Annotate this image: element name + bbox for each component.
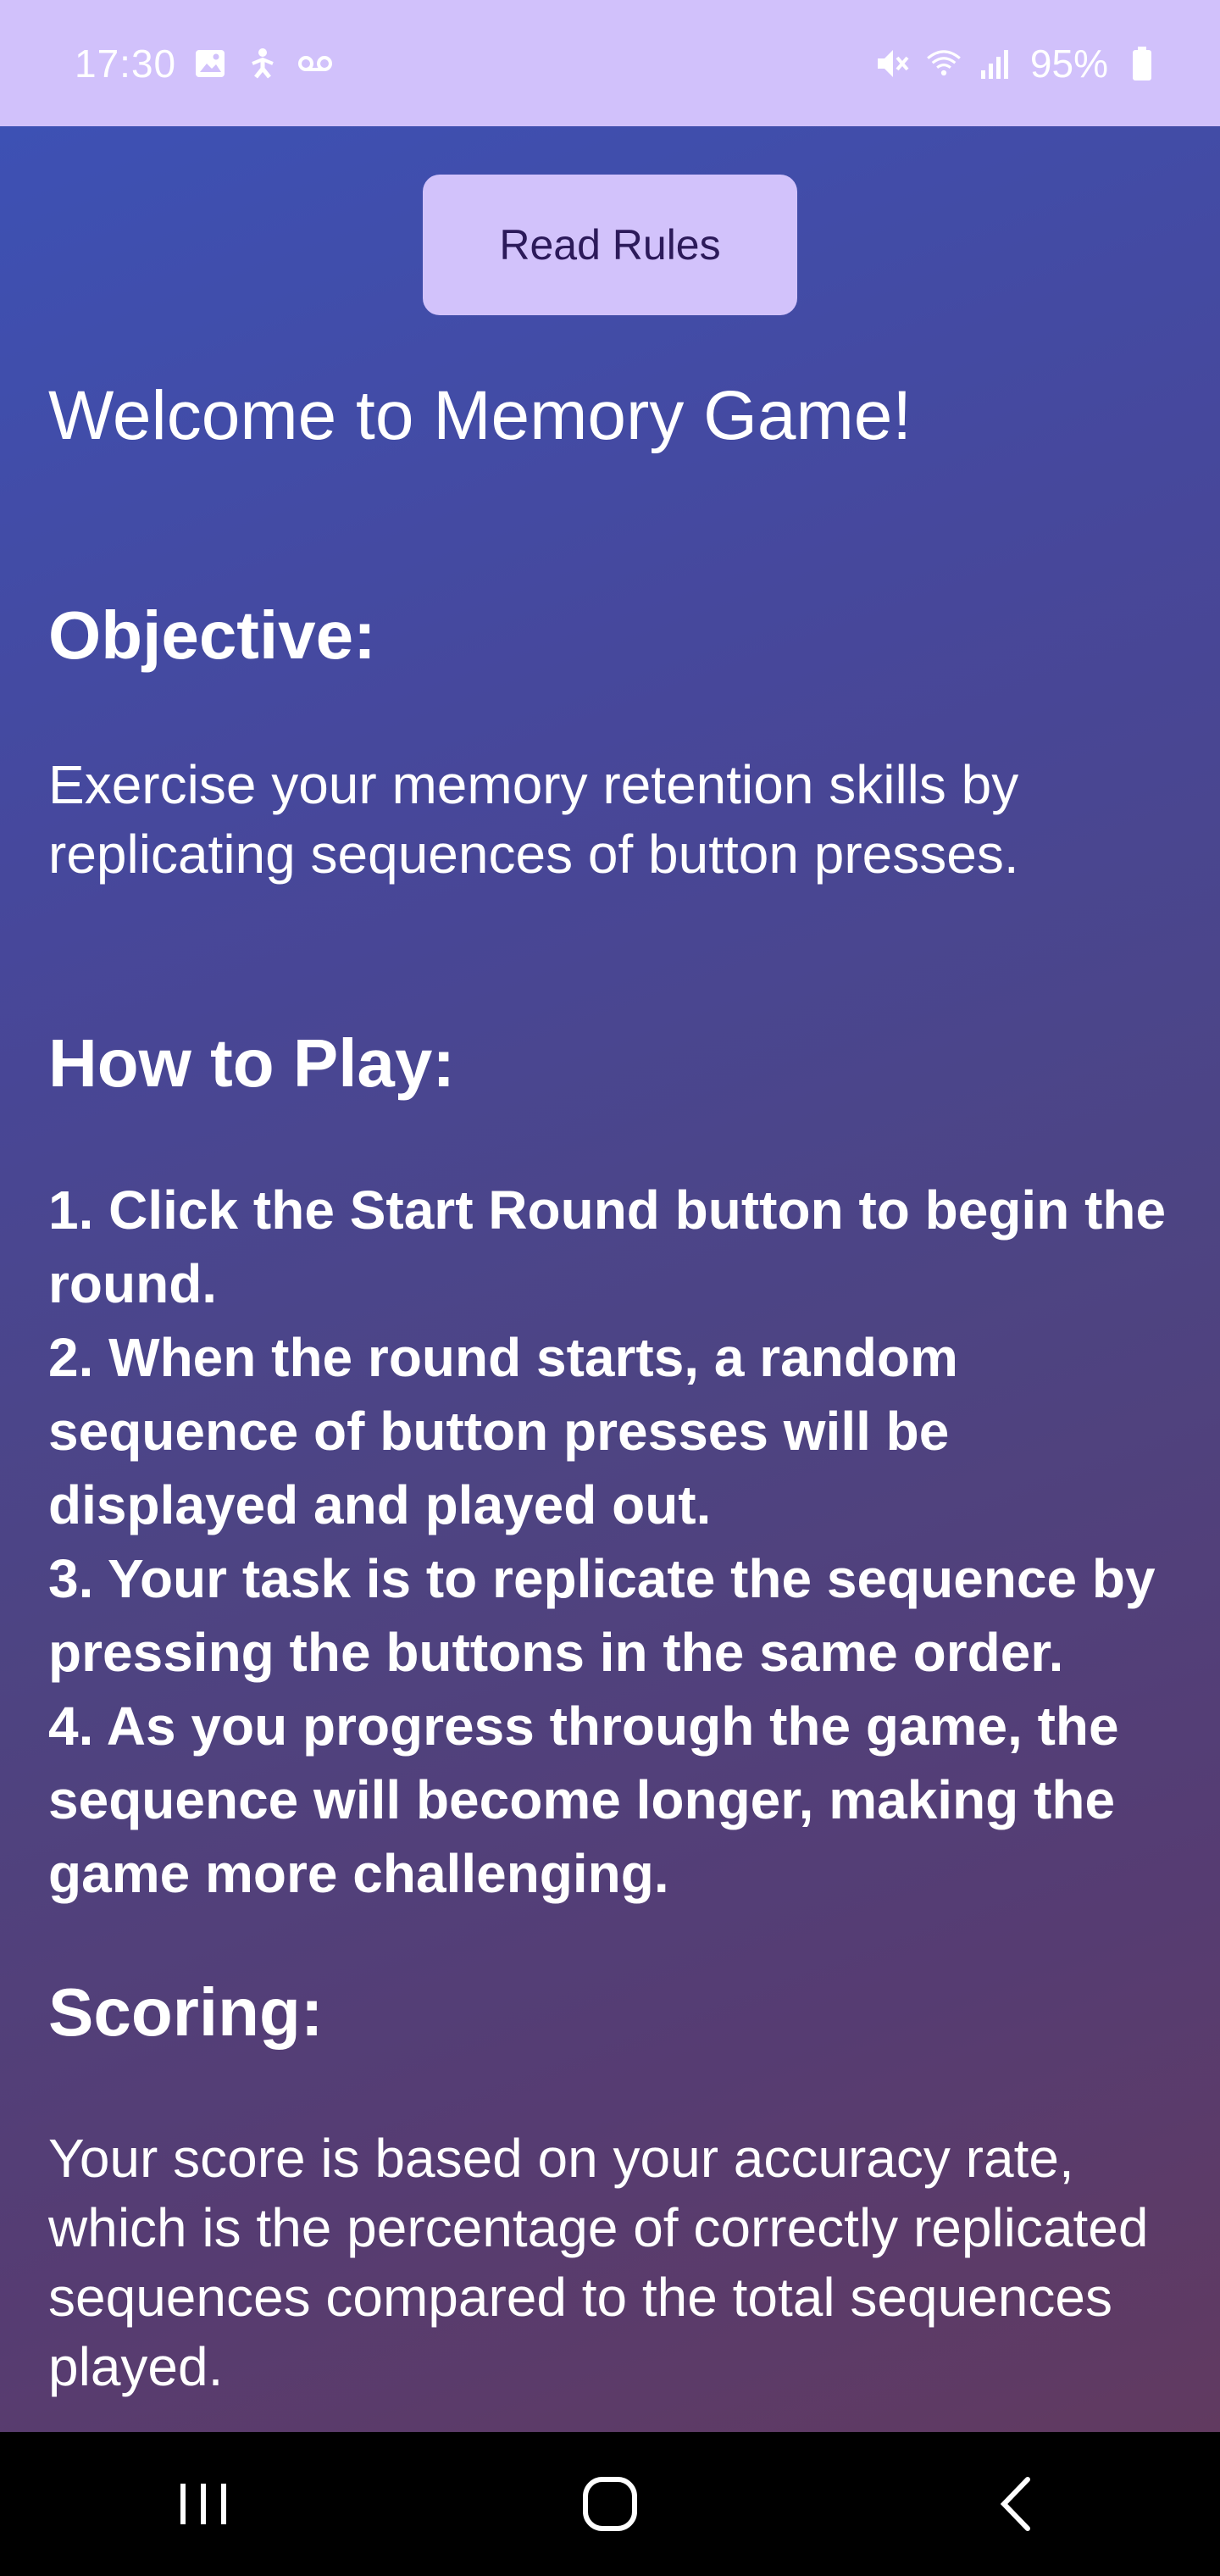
mute-icon xyxy=(873,45,910,82)
page-title: Welcome to Memory Game! xyxy=(48,377,912,454)
status-bar: 17:30 95% xyxy=(0,0,1220,126)
status-bar-left: 17:30 xyxy=(75,41,334,86)
battery-percentage: 95% xyxy=(1029,41,1108,86)
how-to-play-heading: How to Play: xyxy=(48,1025,456,1101)
voicemail-icon xyxy=(297,45,334,82)
clock: 17:30 xyxy=(75,41,177,86)
read-rules-button[interactable]: Read Rules xyxy=(423,175,797,315)
wifi-icon xyxy=(925,45,962,82)
back-icon[interactable] xyxy=(966,2453,1068,2555)
scoring-text: Your score is based on your accuracy rat… xyxy=(48,2128,1149,2397)
accessibility-icon xyxy=(244,45,281,82)
step-3: 3. Your task is to replicate the sequenc… xyxy=(48,1548,1156,1683)
how-to-play-steps: 1. Click the Start Round button to begin… xyxy=(48,1174,1184,1911)
home-icon[interactable] xyxy=(559,2453,661,2555)
rules-screen: Read Rules Welcome to Memory Game! Objec… xyxy=(0,126,1220,2432)
objective-text: Exercise your memory retention skills by… xyxy=(48,754,1019,885)
status-bar-right: 95% xyxy=(873,41,1161,86)
step-1: 1. Click the Start Round button to begin… xyxy=(48,1180,1167,1314)
signal-icon xyxy=(978,45,1015,82)
scoring-heading: Scoring: xyxy=(48,1974,324,2050)
objective-heading: Objective: xyxy=(48,597,376,673)
navigation-bar xyxy=(0,2432,1220,2576)
step-2: 2. When the round starts, a random seque… xyxy=(48,1327,958,1535)
battery-icon xyxy=(1123,45,1161,82)
step-4: 4. As you progress through the game, the… xyxy=(48,1696,1119,1904)
image-icon xyxy=(191,45,229,82)
recent-apps-icon[interactable] xyxy=(152,2453,254,2555)
